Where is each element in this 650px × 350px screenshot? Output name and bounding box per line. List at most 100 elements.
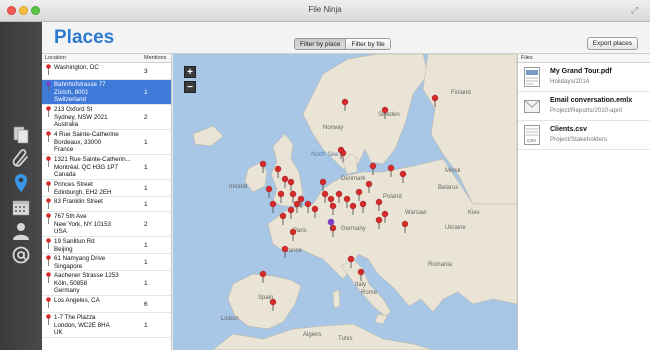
- map-label-rome: Rome: [361, 290, 378, 296]
- mentions-count: 1: [144, 88, 148, 96]
- email-icon: [524, 100, 540, 113]
- map-label-algiers: Algiers: [303, 332, 321, 338]
- location-text: Los Angeles, CA: [54, 297, 100, 304]
- file-path: Project/Stakeholders: [550, 136, 608, 143]
- sidebar: [0, 22, 42, 350]
- export-places-button[interactable]: Export places: [586, 37, 638, 50]
- location-column-header[interactable]: Location: [45, 55, 66, 61]
- location-row[interactable]: 4 Rue Sainte-Catherine Bordeaux, 33000 F…: [42, 130, 171, 155]
- location-text: 1-7 The Plazza London, WC2E 8HA UK: [54, 314, 110, 336]
- mentions-count: 1: [144, 184, 148, 192]
- file-name: Email conversation.emlx: [550, 97, 633, 104]
- location-rows: Washington, DC 3 Bahnhofstrasse 77 Zürich,…: [42, 63, 171, 338]
- zoom-in-button[interactable]: +: [184, 66, 196, 78]
- contact-person-icon[interactable]: [11, 221, 31, 241]
- file-name: My Grand Tour.pdf: [550, 68, 612, 75]
- title-bar: File Ninja ⤢: [0, 0, 650, 22]
- location-row[interactable]: Los Angeles, CA 6: [42, 296, 171, 313]
- location-text: 19 Sanlitun Rd Beijing: [54, 238, 95, 253]
- page-title: Places: [54, 27, 115, 48]
- location-text: 83 Franklin Street: [54, 198, 103, 205]
- location-pin-icon[interactable]: [11, 173, 31, 193]
- mentions-count: 2: [144, 220, 148, 228]
- file-row[interactable]: CSV Clients.csv Project/Stakeholders: [518, 121, 650, 150]
- location-row[interactable]: Washington, DC 3: [42, 63, 171, 80]
- europe-map[interactable]: Sweden Finland Norway North Sea Denmark …: [173, 54, 517, 350]
- email-at-icon[interactable]: [11, 245, 31, 265]
- file-name: Clients.csv: [550, 126, 587, 133]
- location-pin-icon: [46, 131, 51, 142]
- mentions-count: 1: [144, 258, 148, 266]
- location-row[interactable]: 83 Franklin Street 1: [42, 197, 171, 212]
- map-label-minsk: Minsk: [445, 168, 462, 174]
- location-list: Location Mentions Washington, DC 3 Bahnhof…: [42, 54, 172, 350]
- svg-text:CSV: CSV: [527, 138, 536, 143]
- location-pin-icon: [46, 64, 51, 75]
- map-label-poland: Poland: [383, 194, 402, 200]
- filter-by-file-button[interactable]: Filter by file: [345, 39, 390, 49]
- location-text: Washington, DC: [54, 64, 99, 71]
- map-label-finland: Finland: [451, 90, 471, 96]
- sardinia-land: [332, 289, 341, 309]
- location-row[interactable]: 767 5th Ave New York, NY 10153 USA 2: [42, 212, 171, 237]
- location-pin-icon: [46, 81, 51, 92]
- location-row[interactable]: 1321 Rue Sainte-Catherin... Montréal, QC…: [42, 155, 171, 180]
- mentions-count: 1: [144, 200, 148, 208]
- location-pin-icon: [46, 238, 51, 249]
- mentions-count: 6: [144, 300, 148, 308]
- pdf-document-icon: [524, 67, 540, 87]
- documents-icon[interactable]: [11, 125, 31, 145]
- file-row[interactable]: Email conversation.emlx Project/Reports/…: [518, 92, 650, 121]
- location-row[interactable]: 213 Oxford St Sydney, NSW 2021 Australia…: [42, 105, 171, 130]
- location-text: 4 Rue Sainte-Catherine Bordeaux, 33000 F…: [54, 131, 119, 153]
- files-panel: Files My Grand Tour.pdf Holidays/2014 Em…: [517, 54, 650, 350]
- calendar-icon[interactable]: [11, 197, 31, 217]
- location-pin-icon: [46, 255, 51, 266]
- location-pin-icon: [46, 297, 51, 308]
- map-label-north-sea: North Sea: [311, 152, 339, 158]
- mentions-count: 2: [144, 113, 148, 121]
- location-pin-icon: [46, 181, 51, 192]
- csv-document-icon: CSV: [524, 125, 540, 145]
- map-label-norway: Norway: [323, 125, 343, 131]
- location-text: 767 5th Ave New York, NY 10153 USA: [54, 213, 111, 235]
- map-label-warsaw: Warsaw: [405, 210, 427, 216]
- location-row[interactable]: Princes Street Edinburgh, EH2 2EH 1: [42, 180, 171, 197]
- header-bar: Places Filter by place Filter by file Ex…: [42, 22, 650, 54]
- attachment-icon[interactable]: [11, 149, 31, 169]
- mentions-column-header[interactable]: Mentions: [144, 55, 166, 61]
- location-pin-icon: [46, 314, 51, 325]
- map-label-romania: Romania: [428, 262, 453, 268]
- filter-by-place-button[interactable]: Filter by place: [295, 39, 346, 49]
- location-row[interactable]: 61 Namyang Drive Singapore 1: [42, 254, 171, 271]
- location-row[interactable]: 19 Sanlitun Rd Beijing 1: [42, 237, 171, 254]
- file-row[interactable]: My Grand Tour.pdf Holidays/2014: [518, 63, 650, 92]
- map-label-belarus: Belarus: [438, 185, 458, 191]
- map-label-lisbon: Lisbon: [221, 316, 239, 322]
- map-label-kiev: Kiev: [468, 210, 480, 216]
- app-window: File Ninja ⤢ Places Filter by place Filt…: [0, 0, 650, 350]
- window-title: File Ninja: [308, 5, 342, 14]
- filter-segmented-control: Filter by place Filter by file: [294, 38, 391, 50]
- file-path: Project/Reports/2010-april: [550, 107, 622, 114]
- mentions-count: 1: [144, 279, 148, 287]
- map-label-ireland: Ireland: [229, 184, 247, 190]
- map-view[interactable]: Sweden Finland Norway North Sea Denmark …: [173, 54, 517, 350]
- mentions-count: 3: [144, 67, 148, 75]
- location-text: Princes Street Edinburgh, EH2 2EH: [54, 181, 112, 196]
- mentions-count: 1: [144, 163, 148, 171]
- location-pin-icon: [46, 213, 51, 224]
- location-pin-icon: [46, 106, 51, 117]
- location-row[interactable]: Bahnhofstrasse 77 Zürich, 8001 Switzerla…: [42, 80, 171, 105]
- map-label-germany: Germany: [341, 226, 366, 232]
- mentions-count: 1: [144, 241, 148, 249]
- location-text: Aachener Strasse 1253 Köln, 50858 German…: [54, 272, 119, 294]
- map-label-tunis: Tunis: [338, 336, 352, 342]
- location-row[interactable]: Aachener Strasse 1253 Köln, 50858 German…: [42, 271, 171, 296]
- files-column-header[interactable]: Files: [518, 54, 650, 63]
- zoom-out-button[interactable]: −: [184, 81, 196, 93]
- location-row[interactable]: 1-7 The Plazza London, WC2E 8HA UK 1: [42, 313, 171, 338]
- location-pin-icon: [46, 156, 51, 167]
- fullscreen-icon[interactable]: ⤢: [631, 6, 640, 15]
- location-pin-icon: [46, 198, 51, 209]
